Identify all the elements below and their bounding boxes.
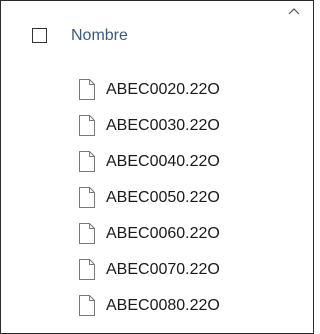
file-icon	[79, 79, 95, 100]
file-row[interactable]: ABEC0050.22O	[1, 179, 313, 215]
file-name: ABEC0060.22O	[106, 225, 220, 242]
chevron-up-icon[interactable]	[286, 5, 302, 17]
select-all-checkbox[interactable]	[32, 28, 47, 43]
file-name: ABEC0080.22O	[106, 297, 220, 314]
file-name: ABEC0070.22O	[106, 261, 220, 278]
file-icon	[79, 259, 95, 280]
file-row[interactable]: ABEC0020.22O	[1, 71, 313, 107]
column-header-name[interactable]: Nombre	[71, 25, 128, 47]
file-icon	[79, 223, 95, 244]
file-list: ABEC0020.22O ABEC0030.22O ABEC0040.22O A…	[1, 71, 313, 323]
file-row[interactable]: ABEC0060.22O	[1, 215, 313, 251]
file-row[interactable]: ABEC0030.22O	[1, 107, 313, 143]
file-row[interactable]: ABEC0040.22O	[1, 143, 313, 179]
file-name: ABEC0050.22O	[106, 189, 220, 206]
file-list-pane: Nombre ABEC0020.22O ABEC0030.22O ABEC004…	[0, 0, 314, 334]
file-name: ABEC0020.22O	[106, 81, 220, 98]
file-icon	[79, 295, 95, 316]
file-row[interactable]: ABEC0080.22O	[1, 287, 313, 323]
column-header: Nombre	[1, 1, 313, 61]
file-name: ABEC0040.22O	[106, 153, 220, 170]
file-name: ABEC0030.22O	[106, 117, 220, 134]
file-row[interactable]: ABEC0070.22O	[1, 251, 313, 287]
file-icon	[79, 187, 95, 208]
file-icon	[79, 115, 95, 136]
file-icon	[79, 151, 95, 172]
